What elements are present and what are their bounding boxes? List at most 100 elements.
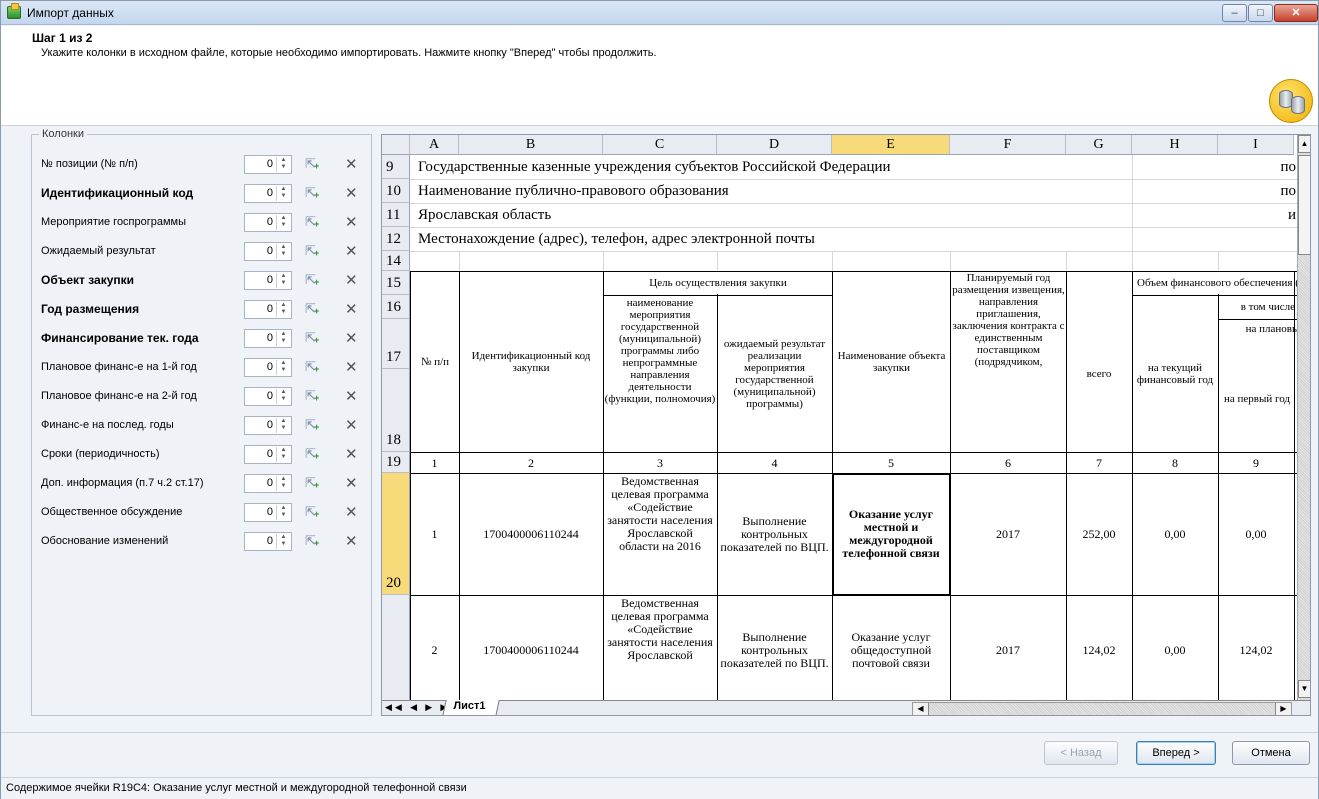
spinner-arrows-icon[interactable]: ▲ ▼ [276,302,290,317]
pick-column-icon[interactable]: ⇱ + [305,272,319,288]
clear-icon[interactable]: ✕ [345,416,358,434]
clear-icon[interactable]: ✕ [345,532,358,550]
column-index-spinner[interactable]: 0 ▲ ▼ [244,445,292,464]
column-index-spinner[interactable]: 0 ▲ ▼ [244,416,292,435]
sheet-grid[interactable]: A B C D E F G H I 9 10 11 12 14 15 16 17 18 19 20 Государств… [382,135,1297,700]
pick-column-icon[interactable]: ⇱ + [305,214,319,230]
pick-column-icon[interactable]: ⇱ + [305,504,319,520]
horizontal-scrollbar[interactable]: ◀ ▶ [912,702,1292,715]
clear-icon[interactable]: ✕ [345,358,358,376]
column-index-spinner[interactable]: 0 ▲ ▼ [244,300,292,319]
scroll-right-icon[interactable]: ▶ [1275,703,1291,715]
pick-column-icon[interactable]: ⇱ + [305,388,319,404]
total-cell[interactable]: 252,00 [1069,475,1129,593]
row-header[interactable]: 19 [382,452,410,473]
spinner-arrows-icon[interactable]: ▲ ▼ [276,418,290,433]
spinner-arrows-icon[interactable]: ▲ ▼ [276,331,290,346]
column-index-spinner[interactable]: 0 ▲ ▼ [244,271,292,290]
column-header-i[interactable]: I [1218,135,1294,155]
pick-column-icon[interactable]: ⇱ + [305,475,319,491]
row-header[interactable] [382,595,410,700]
column-index-spinner[interactable]: 0 ▲ ▼ [244,358,292,377]
row-header[interactable]: 11 [382,203,410,227]
spinner-arrows-icon[interactable]: ▲ ▼ [276,505,290,520]
spinner-arrows-icon[interactable]: ▲ ▼ [276,447,290,462]
row-header[interactable]: 20 [382,473,410,595]
year-cell[interactable]: 2017 [953,597,1063,700]
row-number-cell[interactable]: 1 [413,475,456,593]
clear-icon[interactable]: ✕ [345,271,358,289]
vertical-scrollbar[interactable]: ▲ ▼ [1297,135,1310,700]
close-button[interactable]: ✕ [1274,4,1318,22]
spinner-arrows-icon[interactable]: ▲ ▼ [276,476,290,491]
scroll-up-icon[interactable]: ▲ [1298,135,1310,153]
result-cell[interactable]: Выполнение контрольных показателей по ВЦ… [720,597,829,700]
row-header[interactable]: 16 [382,295,410,319]
scroll-thumb[interactable] [1298,155,1310,255]
program-cell[interactable]: Ведомственная целевая программа «Содейст… [606,475,714,593]
spinner-arrows-icon[interactable]: ▲ ▼ [276,273,290,288]
spinner-arrows-icon[interactable]: ▲ ▼ [276,215,290,230]
clear-icon[interactable]: ✕ [345,387,358,405]
spinner-arrows-icon[interactable]: ▲ ▼ [276,534,290,549]
row-header[interactable]: 15 [382,271,410,295]
pick-column-icon[interactable]: ⇱ + [305,533,319,549]
object-cell[interactable]: Оказание услуг общедоступной почтовой св… [835,597,947,700]
spinner-arrows-icon[interactable]: ▲ ▼ [276,157,290,172]
first-year-cell[interactable]: 124,02 [1221,597,1291,700]
spinner-arrows-icon[interactable]: ▲ ▼ [276,186,290,201]
column-header-f[interactable]: F [950,135,1066,155]
column-header-g[interactable]: G [1066,135,1132,155]
pick-column-icon[interactable]: ⇱ + [305,185,319,201]
column-index-spinner[interactable]: 0 ▲ ▼ [244,387,292,406]
spinner-arrows-icon[interactable]: ▲ ▼ [276,244,290,259]
clear-icon[interactable]: ✕ [345,155,358,173]
scroll-left-icon[interactable]: ◀ [913,703,929,715]
row-header[interactable]: 10 [382,179,410,203]
column-index-spinner[interactable]: 0 ▲ ▼ [244,184,292,203]
spreadsheet-preview[interactable]: A B C D E F G H I 9 10 11 12 14 15 16 17 18 19 20 Государств… [381,134,1311,716]
column-header-b[interactable]: B [459,135,603,155]
clear-icon[interactable]: ✕ [345,184,358,202]
corner-cell[interactable] [382,135,410,155]
cancel-button[interactable]: Отмена [1232,741,1310,765]
object-cell[interactable]: Оказание услуг местной и междугородной т… [835,475,947,593]
column-header-a[interactable]: A [410,135,459,155]
pick-column-icon[interactable]: ⇱ + [305,446,319,462]
column-index-spinner[interactable]: 0 ▲ ▼ [244,155,292,174]
scroll-down-icon[interactable]: ▼ [1298,680,1310,698]
year-cell[interactable]: 2017 [953,475,1063,593]
pick-column-icon[interactable]: ⇱ + [305,243,319,259]
column-header-h[interactable]: H [1132,135,1218,155]
ident-code-cell[interactable]: 1700400006110244 [462,475,600,593]
column-index-spinner[interactable]: 0 ▲ ▼ [244,532,292,551]
clear-icon[interactable]: ✕ [345,474,358,492]
first-year-cell[interactable]: 0,00 [1221,475,1291,593]
column-index-spinner[interactable]: 0 ▲ ▼ [244,213,292,232]
current-year-cell[interactable]: 0,00 [1135,475,1215,593]
minimize-button[interactable]: – [1222,4,1247,22]
column-header-c[interactable]: C [603,135,717,155]
clear-icon[interactable]: ✕ [345,503,358,521]
row-header[interactable]: 12 [382,227,410,251]
column-index-spinner[interactable]: 0 ▲ ▼ [244,503,292,522]
pick-column-icon[interactable]: ⇱ + [305,417,319,433]
row-header[interactable]: 17 [382,319,410,369]
sheet-tab[interactable]: Лист1 [442,700,500,715]
column-header-e[interactable]: E [832,135,950,155]
column-index-spinner[interactable]: 0 ▲ ▼ [244,474,292,493]
total-cell[interactable]: 124,02 [1069,597,1129,700]
back-button[interactable]: < Назад [1044,741,1118,765]
column-index-spinner[interactable]: 0 ▲ ▼ [244,242,292,261]
row-number-cell[interactable]: 2 [413,597,456,700]
clear-icon[interactable]: ✕ [345,445,358,463]
pick-column-icon[interactable]: ⇱ + [305,301,319,317]
program-cell[interactable]: Ведомственная целевая программа «Содейст… [606,597,714,700]
clear-icon[interactable]: ✕ [345,242,358,260]
next-button[interactable]: Вперед > [1136,741,1216,765]
pick-column-icon[interactable]: ⇱ + [305,156,319,172]
row-header[interactable]: 14 [382,251,410,271]
clear-icon[interactable]: ✕ [345,213,358,231]
spinner-arrows-icon[interactable]: ▲ ▼ [276,360,290,375]
result-cell[interactable]: Выполнение контрольных показателей по ВЦ… [720,475,829,593]
